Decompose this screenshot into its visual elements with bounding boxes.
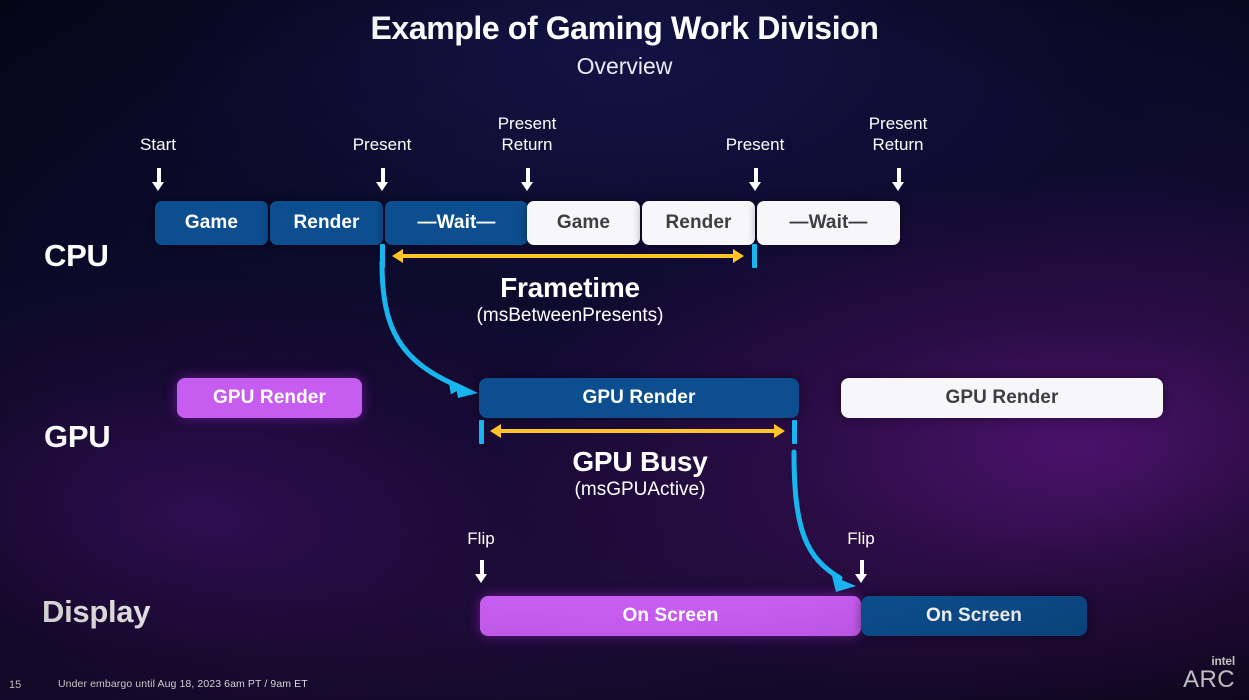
row-label-display: Display xyxy=(42,594,151,629)
display-block-on-screen-1[interactable]: On Screen xyxy=(480,596,861,636)
display-marker-flip-2-label: Flip xyxy=(847,529,875,548)
cpu-marker-present-2-label: Present xyxy=(725,135,785,154)
gpu-block-render-2[interactable]: GPU Render xyxy=(479,378,799,418)
frametime-annotation: Frametime (msBetweenPresents) xyxy=(390,272,750,327)
gpu-block-render-1[interactable]: GPU Render xyxy=(177,378,362,418)
display-block-on-screen-2[interactable]: On Screen xyxy=(861,596,1087,636)
intel-arc-logo: intel ARC xyxy=(1183,655,1235,692)
cpu-block-wait-1[interactable]: —Wait— xyxy=(385,201,528,245)
logo-arc-text: ARC xyxy=(1183,666,1235,693)
cpu-block-render-2[interactable]: Render xyxy=(642,201,755,245)
gpu-busy-measure-arrow-icon xyxy=(490,424,785,438)
slide-canvas: Example of Gaming Work Division Overview… xyxy=(0,0,1249,700)
connector-gpu-render-to-display-flip-icon xyxy=(791,449,856,592)
cpu-block-game-2[interactable]: Game xyxy=(527,201,640,245)
background-vignette xyxy=(0,0,1249,700)
cpu-block-render-1[interactable]: Render xyxy=(270,201,383,245)
cpu-marker-present-return-2-label: Present Return xyxy=(868,114,928,154)
cpu-block-game-1[interactable]: Game xyxy=(155,201,268,245)
gpu-block-render-3[interactable]: GPU Render xyxy=(841,378,1163,418)
cpu-marker-present-return-1-label: Present Return xyxy=(497,114,557,154)
display-marker-flip-1-label: Flip xyxy=(467,529,495,548)
embargo-notice: Under embargo until Aug 18, 2023 6am PT … xyxy=(58,678,308,690)
gpu-tick-start xyxy=(479,420,484,444)
connector-cpu-present-to-gpu-render-icon xyxy=(379,259,478,398)
frametime-metric: (msBetweenPresents) xyxy=(476,305,664,326)
gpu-busy-title: GPU Busy xyxy=(572,446,708,477)
cpu-block-wait-2[interactable]: —Wait— xyxy=(757,201,900,245)
cpu-tick-present-2 xyxy=(752,244,757,268)
row-label-cpu: CPU xyxy=(44,238,109,273)
frametime-measure-arrow-icon xyxy=(392,249,744,263)
cpu-marker-present-1-label: Present xyxy=(352,135,412,154)
gpu-busy-annotation: GPU Busy (msGPUActive) xyxy=(460,446,820,501)
row-label-gpu: GPU xyxy=(44,419,111,454)
page-title: Example of Gaming Work Division xyxy=(370,10,879,46)
gpu-tick-end xyxy=(792,420,797,444)
page-number: 15 xyxy=(9,679,22,691)
cpu-marker-start-label: Start xyxy=(140,135,176,154)
page-subtitle: Overview xyxy=(576,53,673,79)
cpu-tick-present-1 xyxy=(380,244,385,268)
gpu-busy-metric: (msGPUActive) xyxy=(574,479,706,500)
frametime-title: Frametime xyxy=(500,272,640,303)
